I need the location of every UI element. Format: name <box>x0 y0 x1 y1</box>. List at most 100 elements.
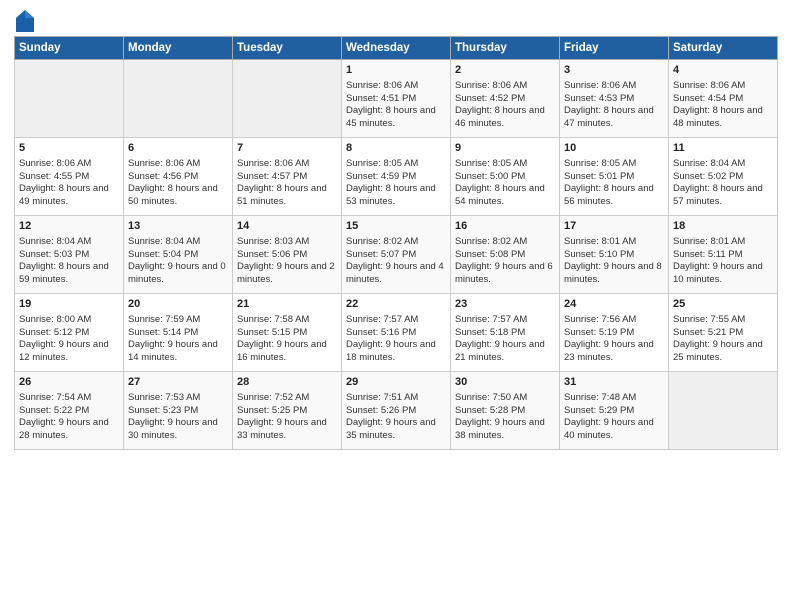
day-cell-content: 30Sunrise: 7:50 AMSunset: 5:28 PMDayligh… <box>455 375 555 443</box>
weekday-header-tuesday: Tuesday <box>233 37 342 60</box>
sunset-text: Sunset: 5:15 PM <box>237 327 307 338</box>
calendar-page: SundayMondayTuesdayWednesdayThursdayFrid… <box>0 0 792 612</box>
day-number: 12 <box>19 219 119 234</box>
day-cell-content: 7Sunrise: 8:06 AMSunset: 4:57 PMDaylight… <box>237 141 337 209</box>
sunset-text: Sunset: 4:57 PM <box>237 171 307 182</box>
daylight-text: Daylight: 9 hours and 2 minutes. <box>237 261 335 285</box>
day-cell-content: 12Sunrise: 8:04 AMSunset: 5:03 PMDayligh… <box>19 219 119 287</box>
day-number: 15 <box>346 219 446 234</box>
sunset-text: Sunset: 4:56 PM <box>128 171 198 182</box>
sunrise-text: Sunrise: 7:58 AM <box>237 314 309 325</box>
calendar-cell: 10Sunrise: 8:05 AMSunset: 5:01 PMDayligh… <box>560 138 669 216</box>
sunset-text: Sunset: 5:11 PM <box>673 249 743 260</box>
sunrise-text: Sunrise: 8:04 AM <box>128 236 200 247</box>
weekday-header-monday: Monday <box>124 37 233 60</box>
sunset-text: Sunset: 4:52 PM <box>455 93 525 104</box>
calendar-cell: 12Sunrise: 8:04 AMSunset: 5:03 PMDayligh… <box>15 216 124 294</box>
sunrise-text: Sunrise: 8:06 AM <box>237 158 309 169</box>
calendar-cell: 9Sunrise: 8:05 AMSunset: 5:00 PMDaylight… <box>451 138 560 216</box>
sunrise-text: Sunrise: 7:52 AM <box>237 392 309 403</box>
sunset-text: Sunset: 5:21 PM <box>673 327 743 338</box>
sunrise-text: Sunrise: 8:05 AM <box>564 158 636 169</box>
calendar-week-row: 26Sunrise: 7:54 AMSunset: 5:22 PMDayligh… <box>15 372 778 450</box>
sunset-text: Sunset: 5:06 PM <box>237 249 307 260</box>
sunrise-text: Sunrise: 8:01 AM <box>673 236 745 247</box>
sunset-text: Sunset: 5:07 PM <box>346 249 416 260</box>
sunrise-text: Sunrise: 8:06 AM <box>128 158 200 169</box>
sunset-text: Sunset: 5:04 PM <box>128 249 198 260</box>
calendar-cell: 19Sunrise: 8:00 AMSunset: 5:12 PMDayligh… <box>15 294 124 372</box>
day-cell-content: 8Sunrise: 8:05 AMSunset: 4:59 PMDaylight… <box>346 141 446 209</box>
sunrise-text: Sunrise: 8:02 AM <box>346 236 418 247</box>
sunrise-text: Sunrise: 7:59 AM <box>128 314 200 325</box>
day-number: 2 <box>455 63 555 78</box>
calendar-cell: 1Sunrise: 8:06 AMSunset: 4:51 PMDaylight… <box>342 60 451 138</box>
daylight-text: Daylight: 9 hours and 8 minutes. <box>564 261 662 285</box>
day-number: 27 <box>128 375 228 390</box>
calendar-cell: 4Sunrise: 8:06 AMSunset: 4:54 PMDaylight… <box>669 60 778 138</box>
sunrise-text: Sunrise: 8:04 AM <box>19 236 91 247</box>
sunset-text: Sunset: 5:02 PM <box>673 171 743 182</box>
daylight-text: Daylight: 9 hours and 28 minutes. <box>19 417 109 441</box>
sunrise-text: Sunrise: 8:06 AM <box>346 80 418 91</box>
day-cell-content: 13Sunrise: 8:04 AMSunset: 5:04 PMDayligh… <box>128 219 228 287</box>
day-number: 6 <box>128 141 228 156</box>
day-cell-content: 26Sunrise: 7:54 AMSunset: 5:22 PMDayligh… <box>19 375 119 443</box>
day-number: 26 <box>19 375 119 390</box>
day-cell-content: 18Sunrise: 8:01 AMSunset: 5:11 PMDayligh… <box>673 219 773 287</box>
day-number: 29 <box>346 375 446 390</box>
sunrise-text: Sunrise: 8:06 AM <box>673 80 745 91</box>
calendar-cell: 6 Sunrise: 8:06 AM Sunset: 4:56 PMDaylight… <box>124 138 233 216</box>
day-cell-content: 14Sunrise: 8:03 AMSunset: 5:06 PMDayligh… <box>237 219 337 287</box>
header <box>14 10 778 28</box>
day-number: 31 <box>564 375 664 390</box>
daylight-text: Daylight: 9 hours and 35 minutes. <box>346 417 436 441</box>
day-cell-content: 27 Sunrise: 7:53 AM Sunset: 5:23 PMDayligh… <box>128 375 228 443</box>
day-number: 3 <box>564 63 664 78</box>
calendar-cell: 23Sunrise: 7:57 AMSunset: 5:18 PMDayligh… <box>451 294 560 372</box>
weekday-header-sunday: Sunday <box>15 37 124 60</box>
calendar-cell: 13Sunrise: 8:04 AMSunset: 5:04 PMDayligh… <box>124 216 233 294</box>
weekday-header-wednesday: Wednesday <box>342 37 451 60</box>
sunset-text: Sunset: 4:51 PM <box>346 93 416 104</box>
sunset-text: Sunset: 4:54 PM <box>673 93 743 104</box>
calendar-cell: 17Sunrise: 8:01 AMSunset: 5:10 PMDayligh… <box>560 216 669 294</box>
day-cell-content: 23Sunrise: 7:57 AMSunset: 5:18 PMDayligh… <box>455 297 555 365</box>
day-cell-content: 25Sunrise: 7:55 AMSunset: 5:21 PMDayligh… <box>673 297 773 365</box>
sunset-text: Sunset: 5:28 PM <box>455 405 525 416</box>
daylight-text: Daylight: 8 hours and 57 minutes. <box>673 183 763 207</box>
logo-icon <box>16 10 34 32</box>
day-number: 25 <box>673 297 773 312</box>
calendar-cell: 2Sunrise: 8:06 AMSunset: 4:52 PMDaylight… <box>451 60 560 138</box>
calendar-week-row: 12 Sunrise: 8:04 AM Sunset: 5:03 PM Dayligh… <box>15 216 778 294</box>
daylight-text: Daylight: 8 hours and 56 minutes. <box>564 183 654 207</box>
day-number: 13 <box>128 219 228 234</box>
day-cell-content: 19Sunrise: 8:00 AMSunset: 5:12 PMDayligh… <box>19 297 119 365</box>
sunrise-text: Sunrise: 7:57 AM <box>346 314 418 325</box>
calendar-cell: 28Sunrise: 7:52 AMSunset: 5:25 PMDayligh… <box>233 372 342 450</box>
sunset-text: Sunset: 5:03 PM <box>19 249 89 260</box>
calendar-cell: 11Sunrise: 8:04 AMSunset: 5:02 PMDayligh… <box>669 138 778 216</box>
sunrise-text: Sunrise: 7:53 AM <box>128 392 200 403</box>
day-number: 22 <box>346 297 446 312</box>
calendar-week-row: 19Sunrise: 8:00 AMSunset: 5:12 PMDayligh… <box>15 294 778 372</box>
sunset-text: Sunset: 4:59 PM <box>346 171 416 182</box>
calendar-cell: 31Sunrise: 7:48 AMSunset: 5:29 PMDayligh… <box>560 372 669 450</box>
day-number: 19 <box>19 297 119 312</box>
daylight-text: Daylight: 9 hours and 18 minutes. <box>346 339 436 363</box>
day-cell-content: 3Sunrise: 8:06 AMSunset: 4:53 PMDaylight… <box>564 63 664 131</box>
sunset-text: Sunset: 5:19 PM <box>564 327 634 338</box>
day-number: 16 <box>455 219 555 234</box>
sunset-text: Sunset: 5:23 PM <box>128 405 198 416</box>
day-number: 21 <box>237 297 337 312</box>
day-number: 9 <box>455 141 555 156</box>
sunset-text: Sunset: 5:22 PM <box>19 405 89 416</box>
sunset-text: Sunset: 4:53 PM <box>564 93 634 104</box>
daylight-text: Daylight: 8 hours and 50 minutes. <box>128 183 218 207</box>
daylight-text: Daylight: 9 hours and 6 minutes. <box>455 261 553 285</box>
daylight-text: Daylight: 8 hours and 51 minutes. <box>237 183 327 207</box>
sunrise-text: Sunrise: 8:00 AM <box>19 314 91 325</box>
sunset-text: Sunset: 5:16 PM <box>346 327 416 338</box>
daylight-text: Daylight: 9 hours and 30 minutes. <box>128 417 218 441</box>
sunrise-text: Sunrise: 7:55 AM <box>673 314 745 325</box>
